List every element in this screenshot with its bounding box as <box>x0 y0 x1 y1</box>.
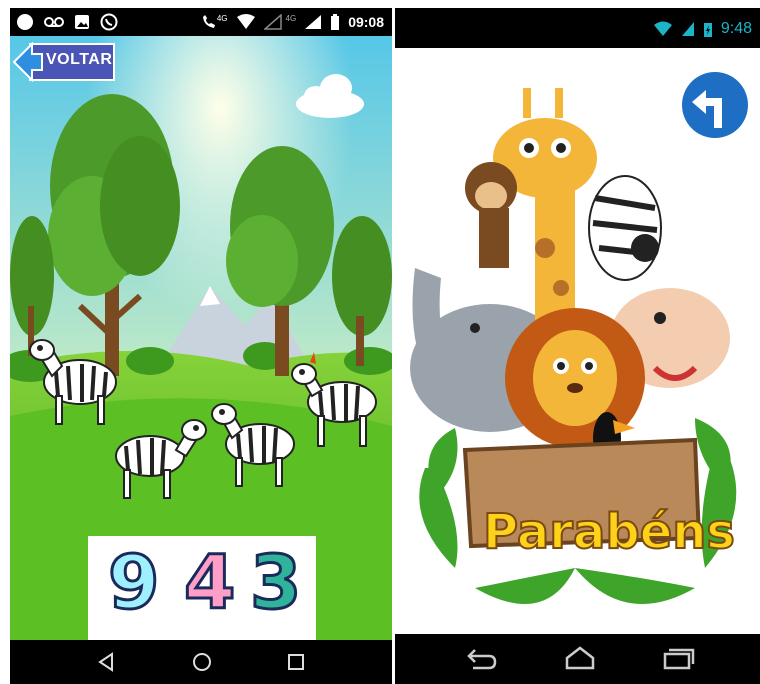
image-icon <box>75 15 89 29</box>
whatsapp-icon <box>100 13 118 31</box>
circle-notification-icon <box>17 14 33 30</box>
status-time: 09:08 <box>348 14 384 30</box>
nav-back-icon[interactable] <box>465 646 499 670</box>
left-phone-screenshot: 4G 4G 09:08 VOLTAR 9 4 3 <box>10 8 392 684</box>
call-icon <box>202 15 215 28</box>
number-option-2[interactable]: 4 <box>183 539 237 628</box>
status-bar: 4G 4G 09:08 <box>10 8 392 36</box>
battery-charging-icon <box>703 23 712 37</box>
nav-home-icon[interactable] <box>190 650 214 674</box>
nav-recents-icon[interactable] <box>661 646 695 670</box>
network-type-a: 4G <box>216 13 228 23</box>
network-type-b: 4G <box>285 13 297 23</box>
return-arrow-sign-icon[interactable] <box>676 66 754 144</box>
nav-recents-icon[interactable] <box>286 650 306 674</box>
voltar-button[interactable]: VOLTAR <box>12 42 116 82</box>
android-navbar <box>10 640 392 684</box>
congratulations-text: Parabéns <box>482 503 736 561</box>
congrats-screen: Parabéns <box>395 48 760 634</box>
monkey <box>465 162 517 268</box>
android-navbar <box>395 634 760 684</box>
voltar-label: VOLTAR <box>46 51 113 68</box>
wifi-icon <box>653 21 672 36</box>
right-phone-screenshot: 9:48 Parabéns <box>395 8 760 684</box>
voicemail-icon <box>44 17 64 27</box>
battery-icon <box>331 14 340 30</box>
zebra <box>588 175 662 281</box>
status-time: 9:48 <box>720 20 752 37</box>
game-scene: VOLTAR 9 4 3 <box>10 36 392 640</box>
signal-icon <box>305 15 322 29</box>
number-option-1[interactable]: 9 <box>107 539 161 628</box>
status-bar: 9:48 <box>395 8 760 48</box>
signal-empty-icon <box>263 14 282 30</box>
nav-back-icon[interactable] <box>96 650 116 674</box>
signal-icon <box>681 22 694 36</box>
nav-home-icon[interactable] <box>563 646 597 670</box>
number-option-3[interactable]: 3 <box>249 539 303 628</box>
number-cards: 9 4 3 <box>88 536 316 640</box>
wifi-icon <box>236 14 255 29</box>
